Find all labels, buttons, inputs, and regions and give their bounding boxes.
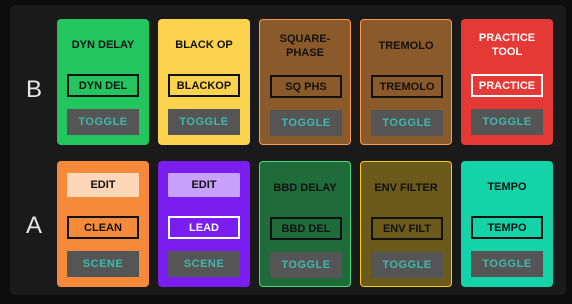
footswitch-title: BBD DELAY (273, 182, 337, 194)
toggle-button[interactable]: TOGGLE (67, 109, 139, 135)
footswitch-practice-tool[interactable]: PRACTICE TOOL PRACTICE TOGGLE (461, 19, 553, 145)
edit-button[interactable]: EDIT (67, 173, 139, 197)
scene-name-box: CLEAN (67, 216, 139, 239)
footswitch-title: DYN DELAY (71, 39, 135, 51)
footswitch-title: TREMOLO (378, 40, 434, 52)
block-name-box: BLACKOP (168, 74, 240, 97)
block-name-box: BBD DEL (270, 217, 342, 240)
scene-name-box: LEAD (168, 216, 240, 239)
scene-button[interactable]: SCENE (67, 251, 139, 277)
toggle-button[interactable]: TOGGLE (270, 110, 342, 136)
block-name-box: TREMOLO (371, 75, 443, 98)
footswitch-lead[interactable]: EDIT LEAD SCENE (158, 161, 250, 287)
toggle-button[interactable]: TOGGLE (270, 252, 342, 278)
footswitch-title: PRACTICE TOOL (478, 32, 536, 58)
block-name-box: ENV FILT (371, 217, 443, 240)
footswitch-dyn-delay[interactable]: DYN DELAY DYN DEL TOGGLE (57, 19, 149, 145)
block-name-box: DYN DEL (67, 74, 139, 97)
footswitch-title: TEMPO (487, 181, 527, 193)
block-name-box: PRACTICE (471, 74, 543, 97)
toggle-button[interactable]: TOGGLE (168, 109, 240, 135)
toggle-button[interactable]: TOGGLE (471, 109, 543, 135)
scene-button[interactable]: SCENE (168, 251, 240, 277)
toggle-button[interactable]: TOGGLE (471, 251, 543, 277)
footswitch-squarephase[interactable]: SQUARE- PHASE SQ PHS TOGGLE (259, 19, 351, 145)
block-name-box: SQ PHS (270, 75, 342, 98)
footswitch-bbd-delay[interactable]: BBD DELAY BBD DEL TOGGLE (259, 161, 351, 287)
footswitch-tremolo[interactable]: TREMOLO TREMOLO TOGGLE (360, 19, 452, 145)
toggle-button[interactable]: TOGGLE (371, 252, 443, 278)
footswitch-title: BLACK OP (175, 39, 233, 51)
footswitch-title: ENV FILTER (374, 182, 438, 194)
footswitch-title: SQUARE- PHASE (279, 33, 331, 59)
row-label-a: A (25, 212, 42, 239)
row-label-b: B (25, 76, 42, 103)
footswitch-black-op[interactable]: BLACK OP BLACKOP TOGGLE (158, 19, 250, 145)
footswitch-env-filter[interactable]: ENV FILTER ENV FILT TOGGLE (360, 161, 452, 287)
toggle-button[interactable]: TOGGLE (371, 110, 443, 136)
edit-button[interactable]: EDIT (168, 173, 240, 197)
footswitch-tempo[interactable]: TEMPO TEMPO TOGGLE (461, 161, 553, 287)
footswitch-clean[interactable]: EDIT CLEAN SCENE (57, 161, 149, 287)
block-name-box: TEMPO (471, 216, 543, 239)
